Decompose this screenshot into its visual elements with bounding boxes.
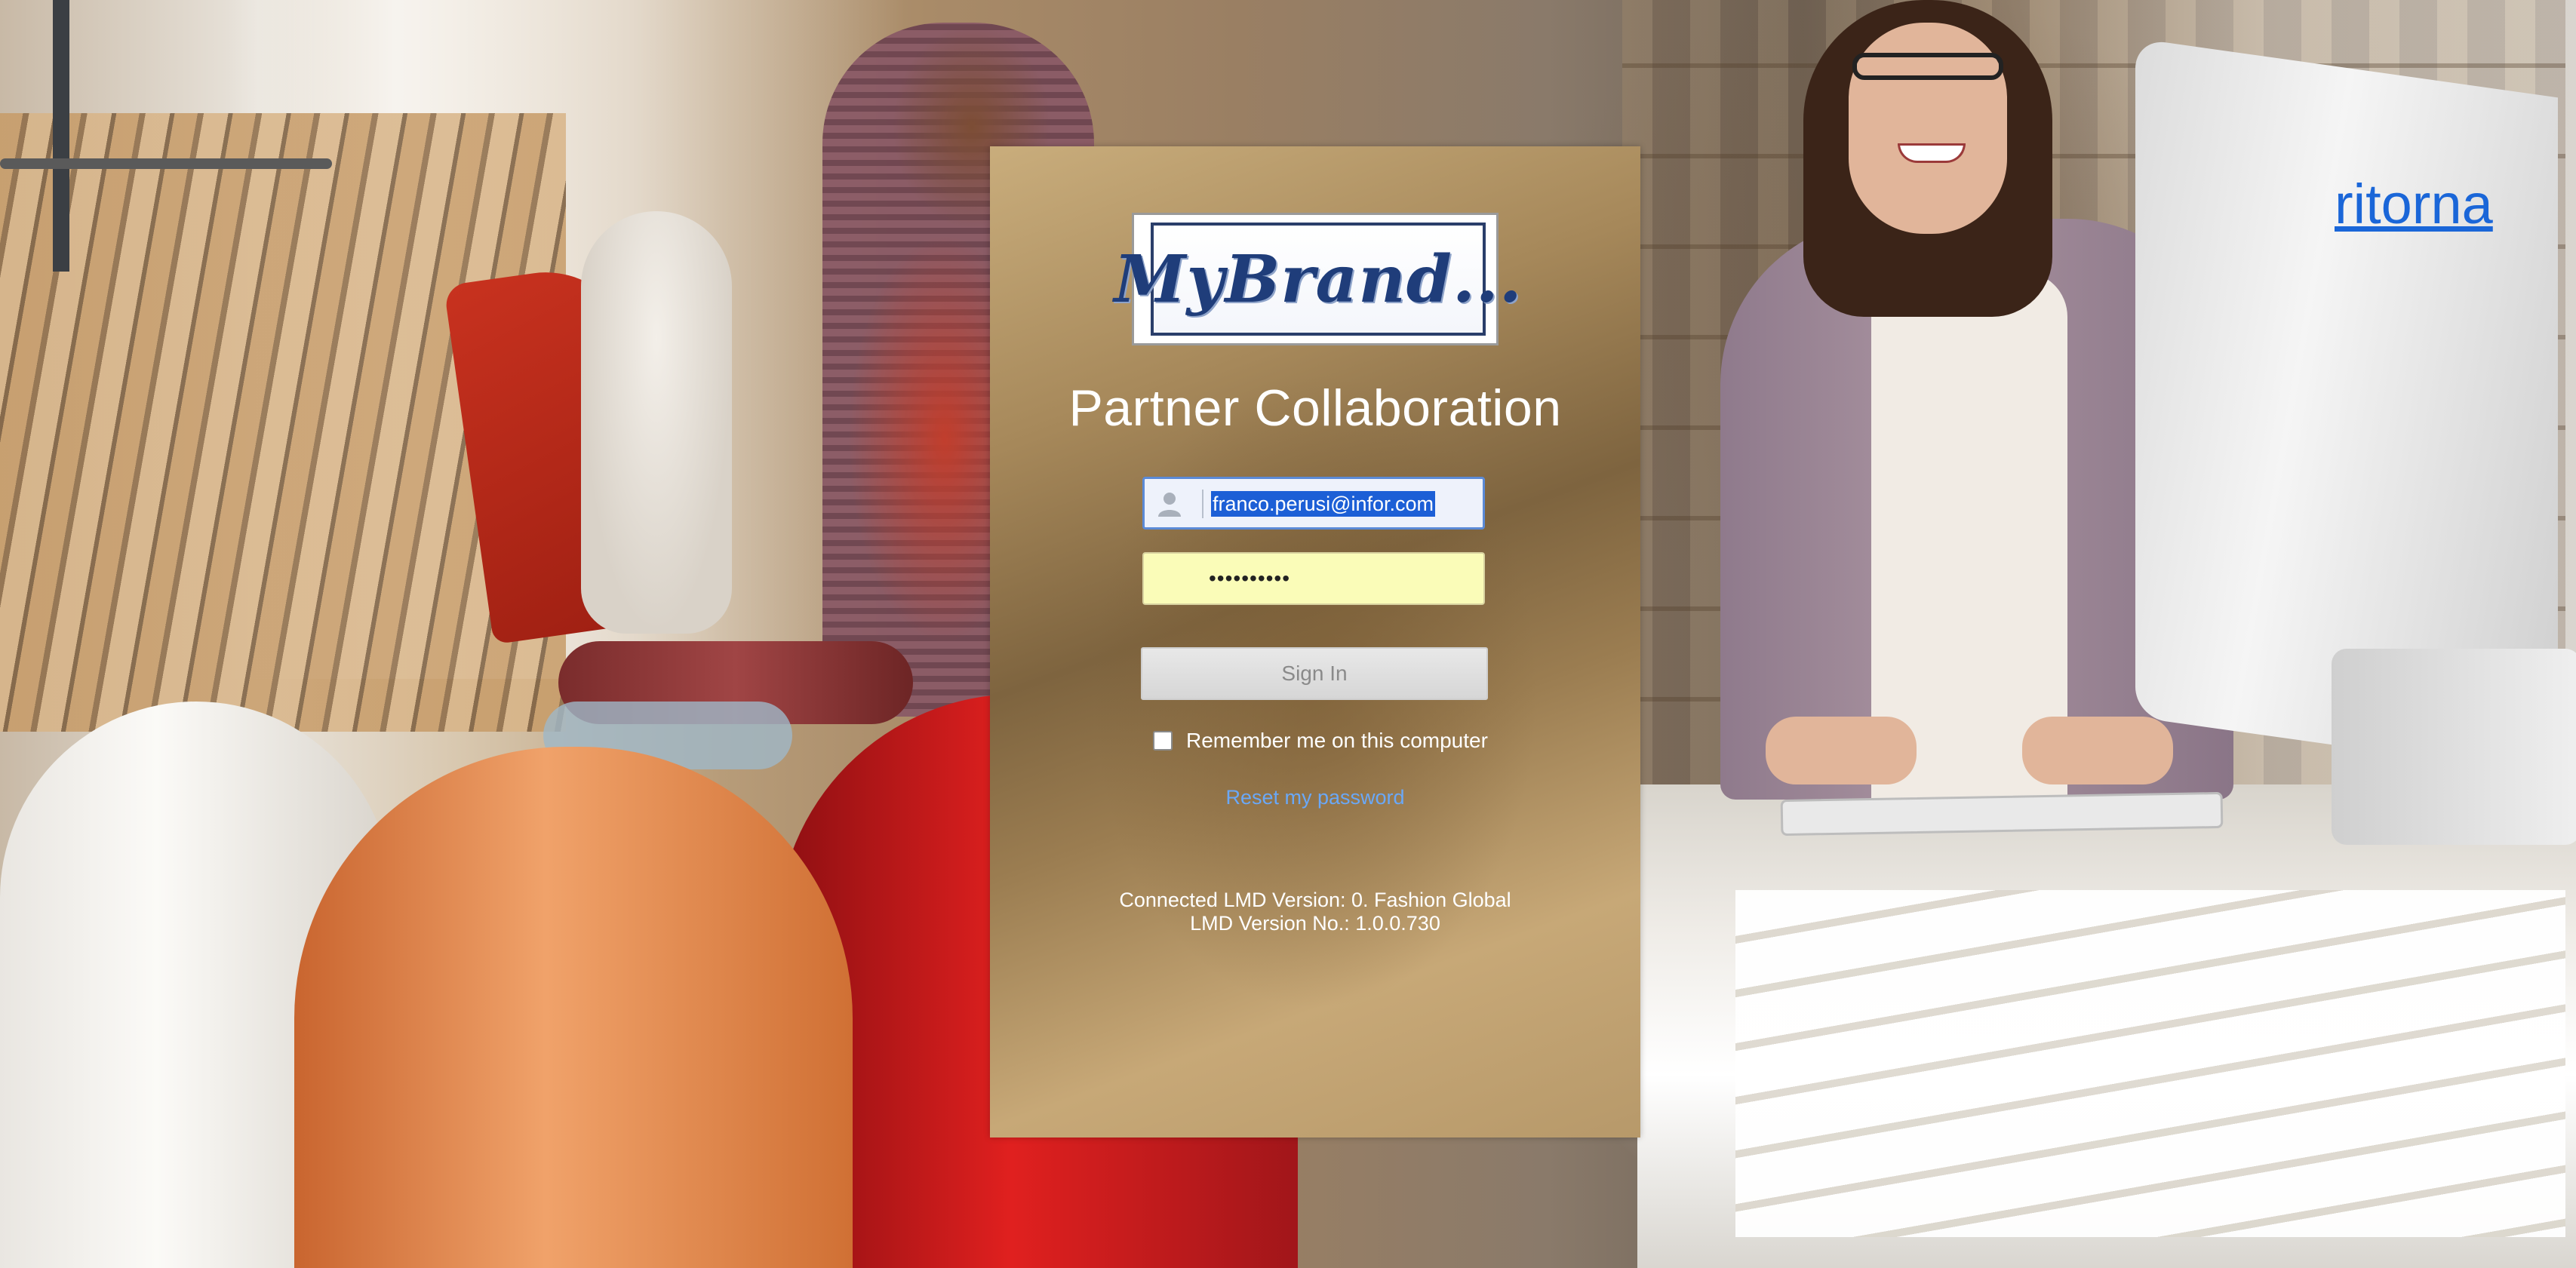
return-link[interactable]: ritorna: [2335, 172, 2493, 236]
logo-frame: MyBrand...: [1114, 223, 1522, 336]
right-hand: [2022, 717, 2173, 784]
username-value[interactable]: franco.perusi@infor.com: [1211, 491, 1436, 517]
login-panel: MyBrand... Partner Collaboration franco.…: [990, 146, 1640, 1138]
reset-password-link[interactable]: Reset my password: [990, 786, 1640, 809]
password-value[interactable]: ••••••••••: [1209, 566, 1290, 591]
monitor-stand: [2332, 649, 2576, 845]
paper-stack: [1735, 890, 2565, 1237]
field-separator: [1202, 490, 1203, 518]
version-line-1: Connected LMD Version: 0. Fashion Global: [1119, 889, 1511, 911]
version-line-2: LMD Version No.: 1.0.0.730: [1190, 912, 1440, 935]
remember-label[interactable]: Remember me on this computer: [1186, 729, 1488, 753]
mannequin: [581, 211, 732, 634]
keyboard: [1780, 791, 2224, 837]
rack-pole: [53, 0, 69, 272]
glasses: [1852, 53, 2003, 80]
remember-checkbox[interactable]: [1153, 731, 1173, 751]
thread-spool-orange: [294, 747, 853, 1268]
logo-text: MyBrand...: [1114, 241, 1523, 318]
brand-logo: MyBrand...: [1114, 213, 1522, 345]
smile: [1898, 143, 1966, 163]
user-icon: [1155, 490, 1184, 518]
password-field[interactable]: ••••••••••: [1142, 552, 1485, 605]
remember-me[interactable]: Remember me on this computer: [1153, 729, 1488, 753]
version-info: Connected LMD Version: 0. Fashion Global…: [990, 889, 1640, 935]
username-field[interactable]: franco.perusi@infor.com: [1142, 477, 1485, 530]
clothes-rack: [0, 158, 332, 169]
page-title: Partner Collaboration: [1068, 379, 1562, 437]
sign-in-button[interactable]: Sign In: [1141, 647, 1488, 700]
left-hand: [1766, 717, 1917, 784]
